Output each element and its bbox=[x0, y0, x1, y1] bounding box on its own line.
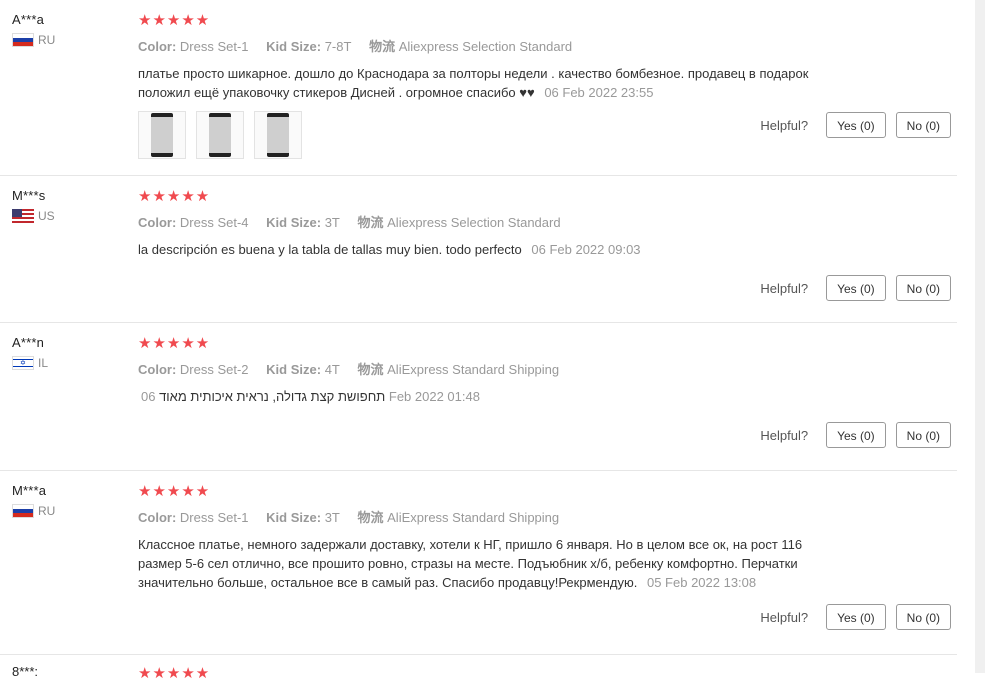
page-scrollbar[interactable] bbox=[975, 0, 985, 673]
helpful-yes-button[interactable]: Yes (0) bbox=[826, 275, 886, 301]
logistics-label: 物流 bbox=[369, 39, 396, 54]
helpful-yes-button[interactable]: Yes (0) bbox=[826, 422, 886, 448]
usa-flag-icon bbox=[12, 209, 34, 223]
review-text-line: размер 5-6 сел отлично, все прошито ровн… bbox=[138, 556, 798, 571]
star-rating: ★★★★★ bbox=[138, 483, 211, 500]
review-date: Feb 2022 01:48 bbox=[388, 389, 480, 404]
shipping-value: Aliexpress Selection Standard bbox=[387, 215, 561, 230]
review-photo-thumbnail[interactable] bbox=[138, 111, 186, 159]
review-list: A***a RU ★★★★★ Color: Dress Set-1 Kid Si… bbox=[0, 0, 957, 655]
helpful-voting: Helpful? Yes (0) No (0) bbox=[760, 112, 951, 138]
review-item: M***a RU ★★★★★ Color: Dress Set-1 Kid Si… bbox=[0, 471, 957, 655]
review-text: la descripción es buena y la tabla de ta… bbox=[138, 240, 868, 259]
israel-flag-icon: ✡ bbox=[12, 356, 34, 370]
helpful-yes-button[interactable]: Yes (0) bbox=[826, 112, 886, 138]
review-text: Классное платье, немного задержали доста… bbox=[138, 535, 868, 592]
helpful-voting: Helpful? Yes (0) No (0) bbox=[760, 604, 951, 630]
reviewer-country: ✡ IL bbox=[12, 356, 48, 370]
color-value: Dress Set-4 bbox=[179, 215, 249, 230]
review-body: ★★★★★ Color: Dress Set-4 Kid Size: 3T 物流… bbox=[138, 176, 957, 259]
country-code: US bbox=[38, 209, 55, 223]
logistics-label: 物流 bbox=[357, 362, 384, 377]
review-text-line: платье просто шикарное. дошло до Краснод… bbox=[138, 66, 809, 81]
color-value: Dress Set-2 bbox=[179, 362, 249, 377]
reviewer-name: M***s bbox=[12, 188, 46, 203]
helpful-label: Helpful? bbox=[760, 117, 809, 133]
review-item-partial: 8***: ★★★★★ bbox=[0, 652, 957, 682]
shipping-value: AliExpress Standard Shipping bbox=[387, 362, 560, 377]
helpful-voting: Helpful? Yes (0) No (0) bbox=[760, 422, 951, 448]
russia-flag-icon bbox=[12, 504, 34, 518]
helpful-label: Helpful? bbox=[760, 609, 809, 625]
helpful-no-button[interactable]: No (0) bbox=[895, 112, 951, 138]
color-value: Dress Set-1 bbox=[179, 510, 249, 525]
review-text-line: значительно больше, остальное все в самы… bbox=[138, 575, 638, 590]
color-label: Color: bbox=[138, 362, 177, 377]
review-body: ★★★★★ Color: Dress Set-2 Kid Size: 4T 物流… bbox=[138, 323, 957, 406]
reviewer-country: RU bbox=[12, 504, 55, 518]
helpful-no-button[interactable]: No (0) bbox=[895, 275, 951, 301]
star-rating: ★★★★★ bbox=[138, 188, 211, 205]
shipping-value: Aliexpress Selection Standard bbox=[398, 39, 573, 54]
review-attributes: Color: Dress Set-2 Kid Size: 4T 物流 AliEx… bbox=[138, 359, 957, 378]
review-date: 06 Feb 2022 23:55 bbox=[544, 85, 654, 100]
reviewer-name: M***a bbox=[12, 483, 47, 498]
country-code: RU bbox=[38, 33, 56, 47]
star-rating: ★★★★★ bbox=[138, 665, 211, 682]
logistics-label: 物流 bbox=[357, 215, 384, 230]
country-code: IL bbox=[38, 356, 49, 370]
review-text-line: תחפושת קצת גדולה, נראית איכותית מאוד bbox=[159, 389, 386, 404]
reviewer-info: A***n ✡ IL bbox=[12, 335, 48, 370]
review-photo-thumbnail[interactable] bbox=[196, 111, 244, 159]
kid-size-value: 3T bbox=[324, 215, 340, 230]
review-date: 05 Feb 2022 13:08 bbox=[646, 575, 757, 590]
review-item: M***s US ★★★★★ Color: Dress Set-4 Kid Si… bbox=[0, 176, 957, 323]
helpful-no-button[interactable]: No (0) bbox=[895, 422, 951, 448]
reviewer-info: M***s US bbox=[12, 188, 55, 223]
review-photo-thumbnail[interactable] bbox=[254, 111, 302, 159]
kid-size-label: Kid Size: bbox=[266, 510, 322, 525]
helpful-yes-button[interactable]: Yes (0) bbox=[826, 604, 886, 630]
review-text: платье просто шикарное. дошло до Краснод… bbox=[138, 64, 868, 102]
reviewer-info: M***a RU bbox=[12, 483, 55, 518]
kid-size-label: Kid Size: bbox=[266, 362, 322, 377]
review-body: ★★★★★ Color: Dress Set-1 Kid Size: 3T 物流… bbox=[138, 471, 957, 592]
reviewer-name: 8***: bbox=[12, 664, 39, 679]
helpful-label: Helpful? bbox=[760, 280, 809, 296]
review-text-line: la descripción es buena y la tabla de ta… bbox=[138, 242, 522, 257]
review-attributes: Color: Dress Set-4 Kid Size: 3T 物流 Aliex… bbox=[138, 212, 957, 231]
kid-size-label: Kid Size: bbox=[266, 39, 322, 54]
reviewer-name: A***n bbox=[12, 335, 45, 350]
reviewer-country: US bbox=[12, 209, 55, 223]
review-attributes: Color: Dress Set-1 Kid Size: 7-8T 物流 Ali… bbox=[138, 36, 957, 55]
review-item: A***n ✡ IL ★★★★★ Color: Dress Set-2 Kid … bbox=[0, 323, 957, 471]
russia-flag-icon bbox=[12, 33, 34, 47]
star-rating: ★★★★★ bbox=[138, 335, 211, 352]
reviewer-info: A***a RU bbox=[12, 12, 55, 47]
shipping-value: AliExpress Standard Shipping bbox=[387, 510, 560, 525]
kid-size-value: 4T bbox=[324, 362, 340, 377]
review-item: A***a RU ★★★★★ Color: Dress Set-1 Kid Si… bbox=[0, 0, 957, 176]
kid-size-label: Kid Size: bbox=[266, 215, 322, 230]
color-value: Dress Set-1 bbox=[179, 39, 249, 54]
color-label: Color: bbox=[138, 510, 177, 525]
reviewer-country: RU bbox=[12, 33, 55, 47]
logistics-label: 物流 bbox=[357, 510, 384, 525]
review-attributes: Color: Dress Set-1 Kid Size: 3T 物流 AliEx… bbox=[138, 507, 957, 526]
review-date-day: 06 bbox=[141, 389, 156, 404]
kid-size-value: 3T bbox=[324, 510, 340, 525]
kid-size-value: 7-8T bbox=[324, 39, 352, 54]
reviewer-name: A***a bbox=[12, 12, 45, 27]
helpful-label: Helpful? bbox=[760, 427, 809, 443]
review-date: 06 Feb 2022 09:03 bbox=[531, 242, 641, 257]
star-rating: ★★★★★ bbox=[138, 12, 211, 29]
review-text-line: Классное платье, немного задержали доста… bbox=[138, 537, 803, 552]
helpful-no-button[interactable]: No (0) bbox=[895, 604, 951, 630]
color-label: Color: bbox=[138, 215, 177, 230]
review-text: 06 תחפושת קצת גדולה, נראית איכותית מאוד … bbox=[138, 387, 871, 406]
color-label: Color: bbox=[138, 39, 177, 54]
helpful-voting: Helpful? Yes (0) No (0) bbox=[760, 275, 951, 301]
country-code: RU bbox=[38, 504, 56, 518]
review-text-line: положил ещё упаковочку стикеров Дисней .… bbox=[138, 85, 535, 100]
